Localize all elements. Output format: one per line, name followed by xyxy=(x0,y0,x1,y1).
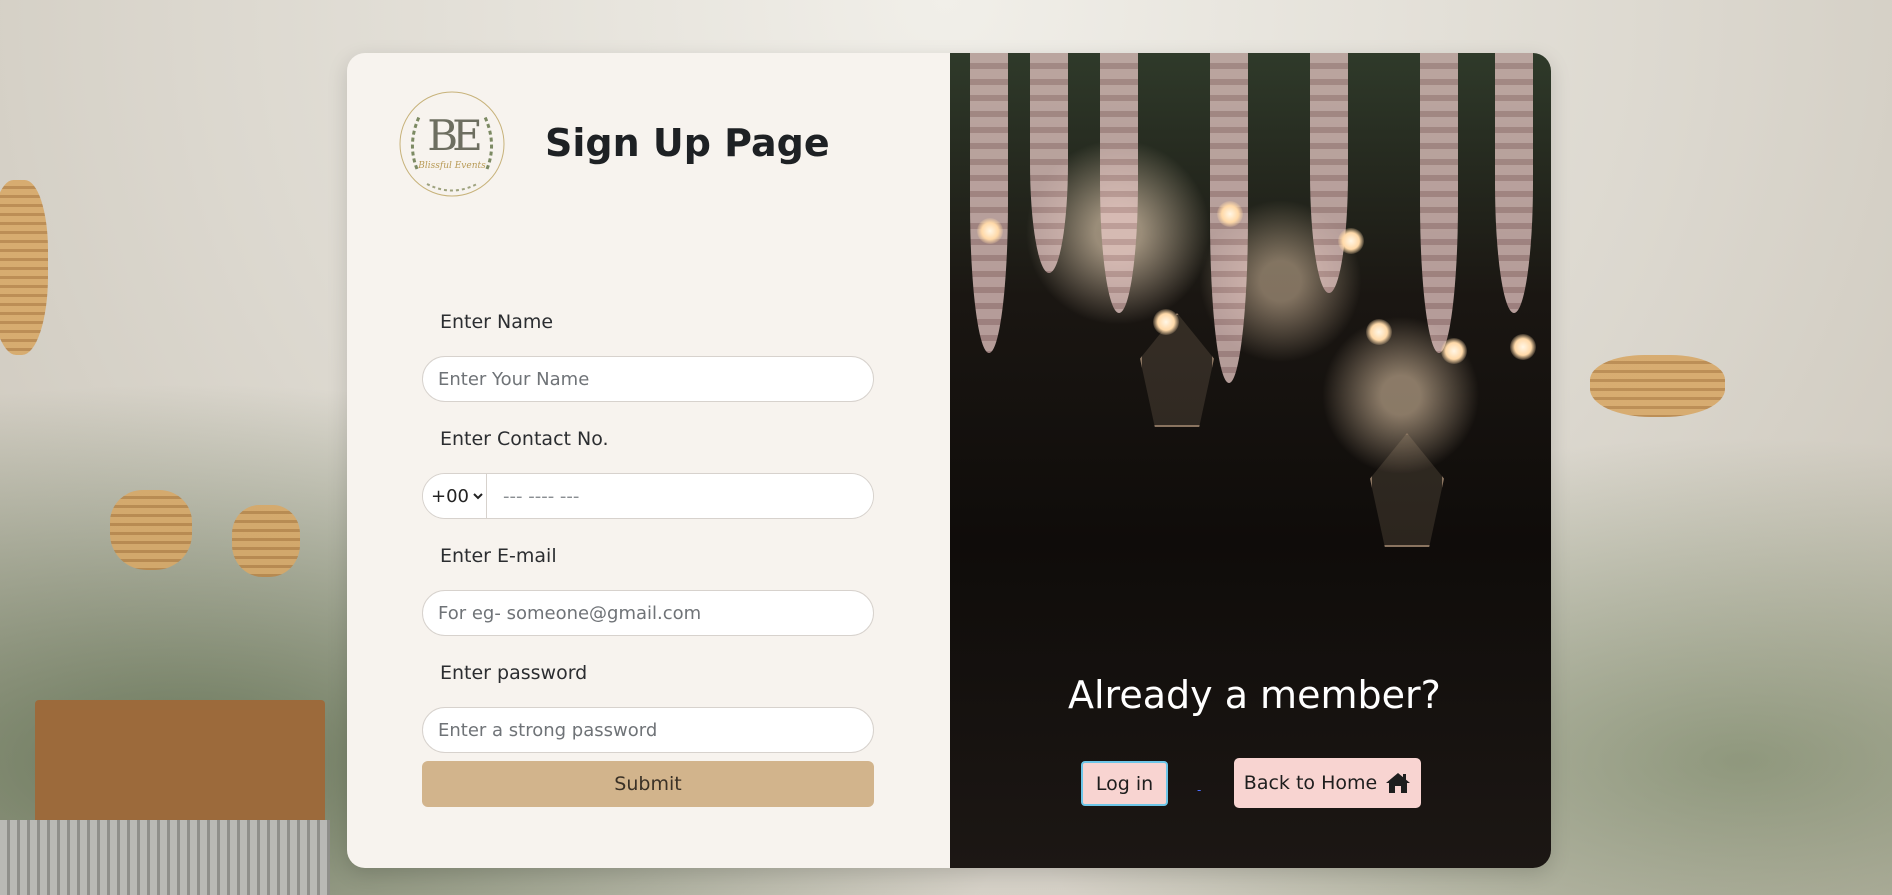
light-bulb xyxy=(1441,338,1467,364)
separator-dash: - xyxy=(1197,783,1202,797)
background-lantern xyxy=(110,490,192,570)
wisteria-vine xyxy=(1100,53,1138,313)
home-icon xyxy=(1386,773,1411,793)
member-panel: Already a member? Log in - Back to Home xyxy=(950,53,1551,868)
contact-field-group: +00 xyxy=(422,473,874,519)
page-title: Sign Up Page xyxy=(545,121,830,165)
light-bulb xyxy=(1366,319,1392,345)
country-code-select[interactable]: +00 xyxy=(423,474,487,518)
signup-form-panel: BE Blissful Events Sign Up Page Enter Na… xyxy=(347,53,950,868)
logo-monogram: BE xyxy=(427,111,483,160)
wisteria-vine xyxy=(1495,53,1533,313)
email-input[interactable] xyxy=(422,590,874,636)
name-input[interactable] xyxy=(422,356,874,402)
name-label: Enter Name xyxy=(440,311,554,333)
wisteria-vine xyxy=(1030,53,1068,273)
wisteria-vine xyxy=(1420,53,1458,353)
password-label: Enter password xyxy=(440,662,588,684)
logo-script-text: Blissful Events xyxy=(418,161,486,171)
already-member-heading: Already a member? xyxy=(1068,673,1441,717)
login-button[interactable]: Log in xyxy=(1081,761,1168,806)
light-bulb xyxy=(1510,334,1536,360)
light-bulb xyxy=(977,218,1003,244)
background-lantern xyxy=(1590,355,1725,417)
signup-card: BE Blissful Events Sign Up Page Enter Na… xyxy=(347,53,1551,868)
light-bulb xyxy=(1338,228,1364,254)
contact-input[interactable] xyxy=(487,474,873,518)
background-tablecloth xyxy=(0,820,330,895)
back-to-home-label: Back to Home xyxy=(1243,772,1378,794)
contact-label: Enter Contact No. xyxy=(440,428,609,450)
glass-lantern xyxy=(1370,433,1444,547)
submit-button[interactable]: Submit xyxy=(422,761,874,807)
wisteria-vine xyxy=(1310,53,1348,293)
email-label: Enter E-mail xyxy=(440,545,557,567)
wisteria-vine xyxy=(970,53,1008,353)
back-to-home-button[interactable]: Back to Home xyxy=(1234,758,1421,808)
password-input[interactable] xyxy=(422,707,874,753)
light-bulb xyxy=(1217,201,1243,227)
background-lantern xyxy=(0,180,48,355)
glass-lantern xyxy=(1140,313,1214,427)
background-lantern xyxy=(232,505,300,577)
logo: BE Blissful Events xyxy=(397,89,507,199)
